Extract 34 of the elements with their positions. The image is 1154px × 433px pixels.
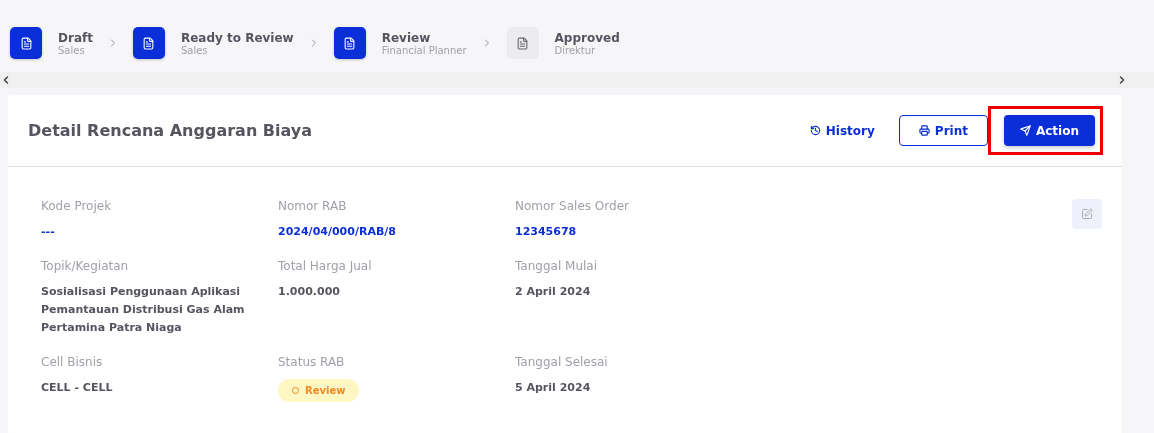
field-value: Sosialisasi Penggunaan Aplikasi Pemantauan Distribusi Gas Alam Pertamina Patra Niaga	[41, 284, 246, 336]
step-subtitle: Direktur	[554, 44, 596, 56]
field-label: Topik/Kegiatan	[41, 259, 130, 273]
field-label: Total Harga Jual	[278, 259, 373, 273]
step-subtitle: Financial Planner	[381, 44, 467, 56]
step-title: Review	[381, 30, 432, 45]
field-label: Status RAB	[278, 355, 346, 369]
field-value: 2024/04/000/RAB/8	[278, 224, 397, 240]
step-title: Draft	[58, 30, 93, 45]
field-value: 1.000.000	[278, 284, 341, 300]
history-link[interactable]: History	[793, 115, 891, 146]
field-label: Nomor RAB	[278, 199, 348, 213]
step-subtitle: Sales	[180, 44, 208, 56]
card-title: Detail Rencana Anggaran Biaya	[28, 121, 314, 140]
step-title: Approved	[554, 30, 620, 45]
edit-icon	[1081, 208, 1093, 220]
action-button[interactable]: Action	[1003, 115, 1095, 146]
field-value: CELL - CELL	[41, 380, 114, 396]
field-value: 5 April 2024	[515, 380, 592, 396]
field-label: Tanggal Mulai	[515, 259, 599, 273]
field-label: Kode Projek	[41, 199, 113, 213]
step-title: Ready to Review	[180, 30, 294, 45]
step-subtitle: Sales	[58, 44, 86, 56]
print-button[interactable]: Print	[898, 115, 988, 146]
history-icon	[809, 125, 821, 136]
send-icon	[1019, 125, 1031, 136]
status-badge: Review	[278, 379, 360, 402]
field-value: 2 April 2024	[515, 284, 592, 300]
field-label: Nomor Sales Order	[515, 199, 630, 213]
field-label: Cell Bisnis	[41, 355, 104, 369]
field-value: ---	[41, 224, 56, 240]
field-value: 12345678	[515, 224, 578, 240]
printer-icon	[918, 125, 930, 136]
field-label: Tanggal Selesai	[515, 355, 609, 369]
